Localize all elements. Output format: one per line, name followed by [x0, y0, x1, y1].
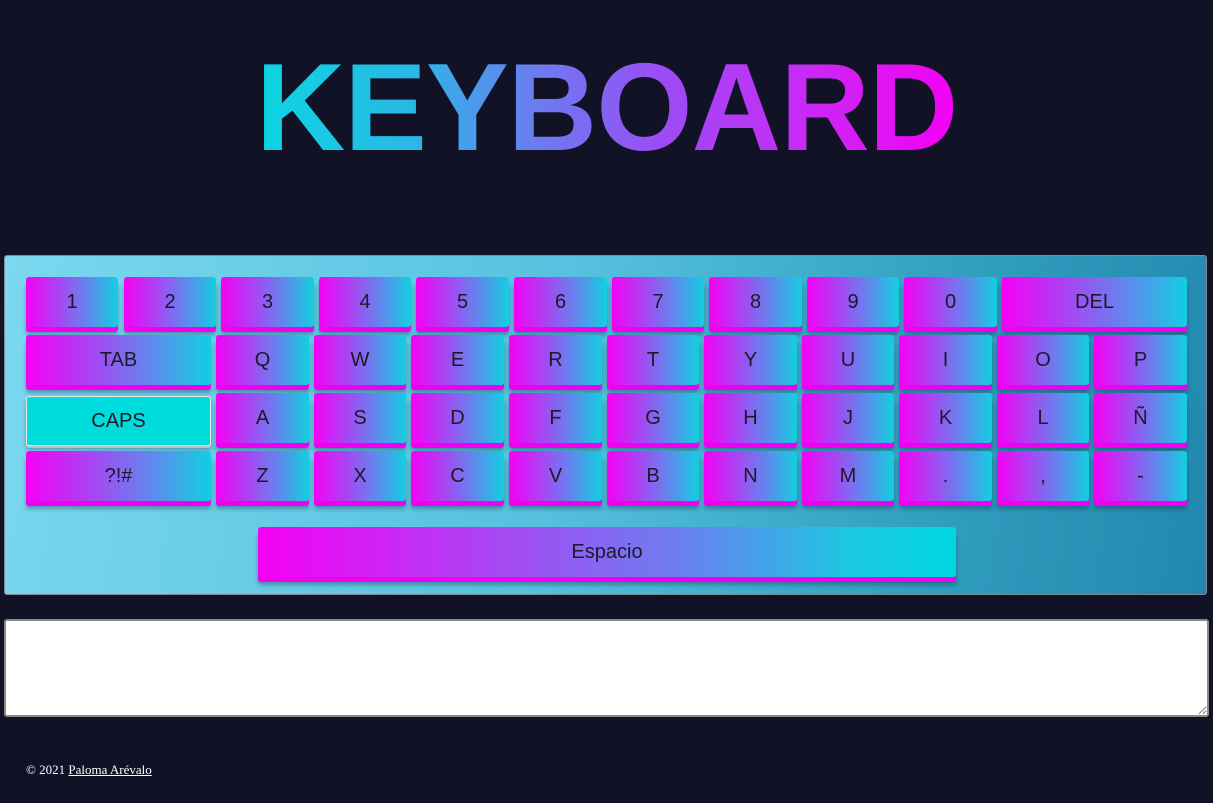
key-comma[interactable]: , [997, 451, 1089, 501]
key-n[interactable]: N [704, 451, 797, 501]
key-c[interactable]: C [411, 451, 504, 501]
output-textarea[interactable] [4, 619, 1209, 717]
key-m[interactable]: M [802, 451, 894, 501]
key-symbols[interactable]: ?!# [26, 451, 211, 501]
author-link[interactable]: Paloma Arévalo [68, 762, 151, 777]
key-o[interactable]: O [997, 335, 1089, 385]
key-h[interactable]: H [704, 393, 797, 443]
copyright-text: © 2021 [26, 762, 66, 777]
key-g[interactable]: G [607, 393, 699, 443]
key-r[interactable]: R [509, 335, 602, 385]
page-title: KEYBOARD [255, 39, 959, 177]
key-y[interactable]: Y [704, 335, 797, 385]
key-q[interactable]: Q [216, 335, 309, 385]
key-0[interactable]: 0 [904, 277, 997, 327]
key-e[interactable]: E [411, 335, 504, 385]
key-z[interactable]: Z [216, 451, 309, 501]
key-7[interactable]: 7 [612, 277, 704, 327]
key-5[interactable]: 5 [416, 277, 509, 327]
key-8[interactable]: 8 [709, 277, 802, 327]
virtual-keyboard: 1 2 3 4 5 6 7 8 9 0 DEL TAB Q W E R T Y … [4, 255, 1207, 595]
key-hyphen[interactable]: - [1094, 451, 1187, 501]
key-k[interactable]: K [899, 393, 992, 443]
key-space[interactable]: Espacio [258, 527, 956, 577]
key-del[interactable]: DEL [1002, 277, 1187, 327]
key-6[interactable]: 6 [514, 277, 607, 327]
key-x[interactable]: X [314, 451, 406, 501]
key-a[interactable]: A [216, 393, 309, 443]
key-period[interactable]: . [899, 451, 992, 501]
key-p[interactable]: P [1094, 335, 1187, 385]
key-9[interactable]: 9 [807, 277, 899, 327]
key-d[interactable]: D [411, 393, 504, 443]
key-t[interactable]: T [607, 335, 699, 385]
key-1[interactable]: 1 [26, 277, 118, 327]
key-4[interactable]: 4 [319, 277, 411, 327]
key-2[interactable]: 2 [124, 277, 216, 327]
key-w[interactable]: W [314, 335, 406, 385]
key-i[interactable]: I [899, 335, 992, 385]
key-s[interactable]: S [314, 393, 406, 443]
key-enye[interactable]: Ñ [1094, 393, 1187, 443]
key-b[interactable]: B [607, 451, 699, 501]
key-tab[interactable]: TAB [26, 335, 211, 385]
key-v[interactable]: V [509, 451, 602, 501]
key-l[interactable]: L [997, 393, 1089, 443]
footer: © 2021 Paloma Arévalo [26, 762, 152, 778]
key-3[interactable]: 3 [221, 277, 314, 327]
key-f[interactable]: F [509, 393, 602, 443]
key-u[interactable]: U [802, 335, 894, 385]
key-j[interactable]: J [802, 393, 894, 443]
key-caps[interactable]: CAPS [26, 396, 211, 446]
